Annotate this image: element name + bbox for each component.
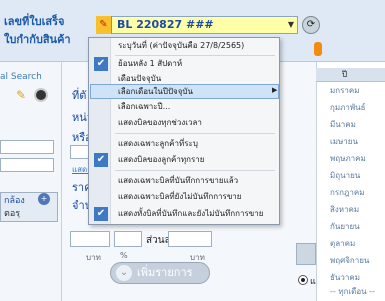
menu-separator [115,170,275,171]
camera-tab-label: กล้อง [4,196,25,206]
month-item[interactable]: มกราคม [316,82,385,100]
menu-item-recorded-bills[interactable]: แสดงเฉพาะบิลที่บันทึกการขายแล้ว [111,173,279,189]
left-field-1[interactable] [0,140,54,154]
receipt-number-label: เลขที่ใบเสร็จ [4,15,65,28]
edit-flag-icon[interactable]: ✎ [96,16,112,34]
month-item[interactable]: ตุลาคม [316,235,385,253]
chevron-down-circle-icon: ⌄ [116,265,132,281]
record-icon[interactable] [34,88,48,102]
month-item-all[interactable]: -- ทุกเดือน -- [316,283,385,301]
menu-item-all-periods[interactable]: แสดงบิลของทุกช่วงเวลา [111,115,279,131]
check-icon: ✔ [94,153,108,167]
month-item[interactable]: กรกฎาคม [316,184,385,202]
month-item[interactable]: พฤษภาคม [316,150,385,168]
menu-item-all-customers[interactable]: แสดงบิลของลูกค้าทุกราย [111,152,279,168]
unit-percent: % [120,251,128,260]
invoice-label: ใบกำกับสินค้า [4,33,71,46]
left-field-2[interactable] [0,158,54,172]
search-tools: ✎ [14,88,54,104]
refresh-button[interactable]: ⟳ [302,16,320,34]
month-item[interactable]: มิถุนายน [316,167,385,185]
month-list-header: ปี [316,68,385,82]
menu-item-specify-date[interactable]: ระบุวันที่ (ค่าปัจจุบันคือ 27/8/2565) [111,38,279,54]
document-number-value: BL 220827 ### [117,18,214,31]
radio-selected-dot [301,278,305,282]
search-label: al Search [0,72,42,82]
submenu-arrow-icon: ▶ [272,86,278,94]
unit-baht-1: บาท [86,253,101,262]
check-icon: ✔ [94,57,108,71]
month-item[interactable]: สิงหาคม [316,201,385,219]
menu-item-specific-customer[interactable]: แสดงเฉพาะลูกค้าที่ระบุ [111,136,279,152]
month-item[interactable]: กันยายน [316,218,385,236]
address-label: ที่ตั [72,89,87,102]
month-item[interactable]: มีนาคม [316,116,385,134]
menu-item-all-bills[interactable]: แสดงทั้งบิลที่บันทึกและยังไม่บันทึกการขา… [111,206,279,222]
menu-item-month-in-year[interactable]: เลือกเดือนในปีปัจจุบัน [111,84,279,100]
chevron-down-icon[interactable]: ▼ [284,17,298,33]
menu-item-last-week[interactable]: ย้อนหลัง 1 สัปดาห์ [111,56,279,72]
pencil-icon[interactable]: ✎ [16,88,26,102]
menu-item-year-only[interactable]: เลือกเฉพาะปี... [111,99,279,115]
amount-input[interactable] [70,231,110,247]
percent-input[interactable] [114,231,142,247]
check-icon: ✔ [94,207,108,221]
menu-separator [115,133,275,134]
discount-input[interactable] [168,231,212,247]
orange-indicator-icon [314,42,322,56]
add-icon[interactable]: + [38,193,50,205]
menu-item-unrecorded-bills[interactable]: แสดงเฉพาะบิลที่ยังไม่บันทึกการขาย [111,189,279,205]
side-action-button[interactable] [296,243,316,265]
month-item[interactable]: กุมภาพันธ์ [316,99,385,117]
month-item[interactable]: พฤศจิกายน [316,252,385,270]
camera-tab-sublabel: ตอรฺ [4,209,21,219]
month-item[interactable]: เมษายน [316,133,385,151]
